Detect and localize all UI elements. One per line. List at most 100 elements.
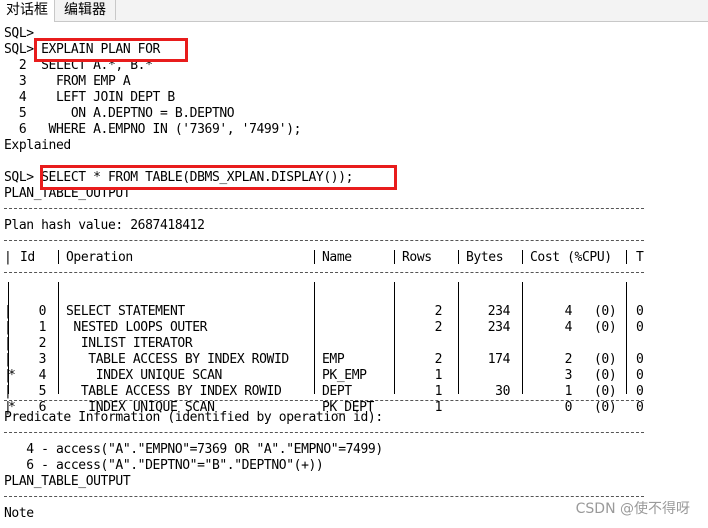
plan-cell-id: 3 [38,352,47,367]
plan-cell-t: 0 [636,352,644,367]
plan-cell-t: 0 [636,320,644,335]
column-divider [626,282,627,394]
plan-cell-id: 1 [38,320,47,335]
column-divider [58,250,59,264]
plan-cell-cpu: (0) [594,384,617,399]
plan-cell-name [322,304,392,320]
plan-cell-t [636,336,646,352]
separator-line [4,432,644,433]
sql-console-output[interactable]: SQL> SQL> EXPLAIN PLAN FOR 2 SELECT A.*,… [0,22,708,528]
plan-cell-star: * [8,368,16,383]
plan-cell-bytes: 30 [495,384,510,399]
plan-cell-cost: 1 [564,384,573,399]
plan-cell-name: PK_EMP [322,368,367,383]
column-divider [314,250,315,264]
plan-cell-id: 0 [38,304,47,319]
plan-cell-name: DEPT [322,384,352,399]
plan-cell-name [322,320,392,336]
plan-cell-cpu [594,336,624,352]
column-divider [626,250,627,264]
tab-dialog[interactable]: 对话框 [0,0,55,22]
console-line-status: Explained [4,138,71,153]
separator-line [4,400,644,401]
watermark: CSDN @使不得呀 [575,501,690,517]
plan-header-name: Name [322,250,352,265]
plan-header-id: Id [20,250,35,265]
predicate-line: 6 - access("A"."DEPTNO"="B"."DEPTNO"(+)) [4,458,324,473]
plan-header-cost: Cost (%CPU) [530,250,612,265]
plan-cell-cpu: (0) [594,320,617,335]
separator-line [4,208,644,209]
plan-cell-t: 0 [636,400,644,415]
predicate-info-heading: Predicate Information (identified by ope… [4,410,383,425]
plan-cell-star [8,304,18,320]
plan-cell-rows [398,336,442,352]
console-line: PLAN_TABLE_OUTPUT [4,474,131,489]
plan-header-t: T [636,250,644,265]
column-divider [522,250,523,264]
plan-cell-cost: 4 [564,304,573,319]
console-line: SQL> [4,26,34,41]
separator-line [4,272,644,273]
plan-cell-rows: 2 [434,304,443,319]
plan-cell-op: INLIST ITERATOR [66,336,193,351]
note-heading: Note [4,506,34,521]
plan-cell-op: TABLE ACCESS BY INDEX ROWID [66,352,289,367]
plan-cell-bytes: 234 [487,320,511,335]
plan-cell-bytes [462,368,510,384]
tab-bar: 对话框 编辑器 [0,0,708,22]
plan-header-operation: Operation [66,250,133,265]
plan-cell-name: EMP [322,352,345,367]
plan-cell-bytes [462,336,510,352]
column-divider [314,282,315,394]
plan-cell-op: INDEX UNIQUE SCAN [66,368,223,383]
plan-cell-bytes [462,400,510,416]
plan-cell-cost: 4 [564,320,573,335]
column-divider [394,282,395,394]
separator-line [4,240,644,241]
console-line: 6 WHERE A.EMPNO IN ('7369', '7499'); [4,122,302,137]
plan-cell-op: TABLE ACCESS BY INDEX ROWID [66,384,282,399]
plan-cell-t: 0 [636,384,644,399]
highlight-box-explain [34,38,188,62]
tab-editor[interactable]: 编辑器 [58,0,116,20]
plan-cell-id: 4 [38,368,47,383]
plan-cell-cost: 0 [564,400,573,415]
plan-cell-t: 0 [636,304,644,319]
plan-hash-value: Plan hash value: 2687418412 [4,218,205,233]
plan-cell-star [8,320,18,336]
plan-cell-rows: 2 [434,320,443,335]
column-divider [58,282,59,394]
highlight-box-select [40,165,397,190]
plan-cell-cpu: (0) [594,304,617,319]
plan-cell-star [8,352,18,368]
plan-cell-name [322,336,392,352]
plan-cell-cpu: (0) [594,400,617,415]
plan-cell-op: NESTED LOOPS OUTER [66,320,208,335]
plan-cell-id: 5 [38,384,47,399]
console-line: 4 LEFT JOIN DEPT B [4,90,175,105]
plan-cell-bytes: 174 [487,352,511,367]
predicate-line: 4 - access("A"."EMPNO"=7369 OR "A"."EMPN… [4,442,383,457]
plan-cell-id: 2 [38,336,47,351]
plan-cell-bytes: 234 [487,304,511,319]
column-divider [458,282,459,394]
plan-cell-op: SELECT STATEMENT [66,304,185,319]
column-divider [394,250,395,264]
console-line: 5 ON A.DEPTNO = B.DEPTNO [4,106,235,121]
plan-cell-t: 0 [636,368,644,383]
plan-cell-rows: 1 [434,400,443,415]
plan-cell-star [8,384,18,400]
plan-header-rows: Rows [402,250,432,265]
column-divider [522,282,523,394]
plan-cell-cost: 3 [564,368,573,383]
plan-cell-cpu: (0) [594,368,617,383]
plan-header-pipe: | [4,250,12,265]
plan-cell-cost [526,336,572,352]
plan-cell-rows: 1 [434,384,443,399]
plan-header-bytes: Bytes [466,250,504,265]
plan-cell-rows: 1 [434,368,443,383]
plan-cell-rows: 2 [434,352,443,367]
plan-cell-cpu: (0) [594,352,617,367]
console-line: 3 FROM EMP A [4,74,131,89]
